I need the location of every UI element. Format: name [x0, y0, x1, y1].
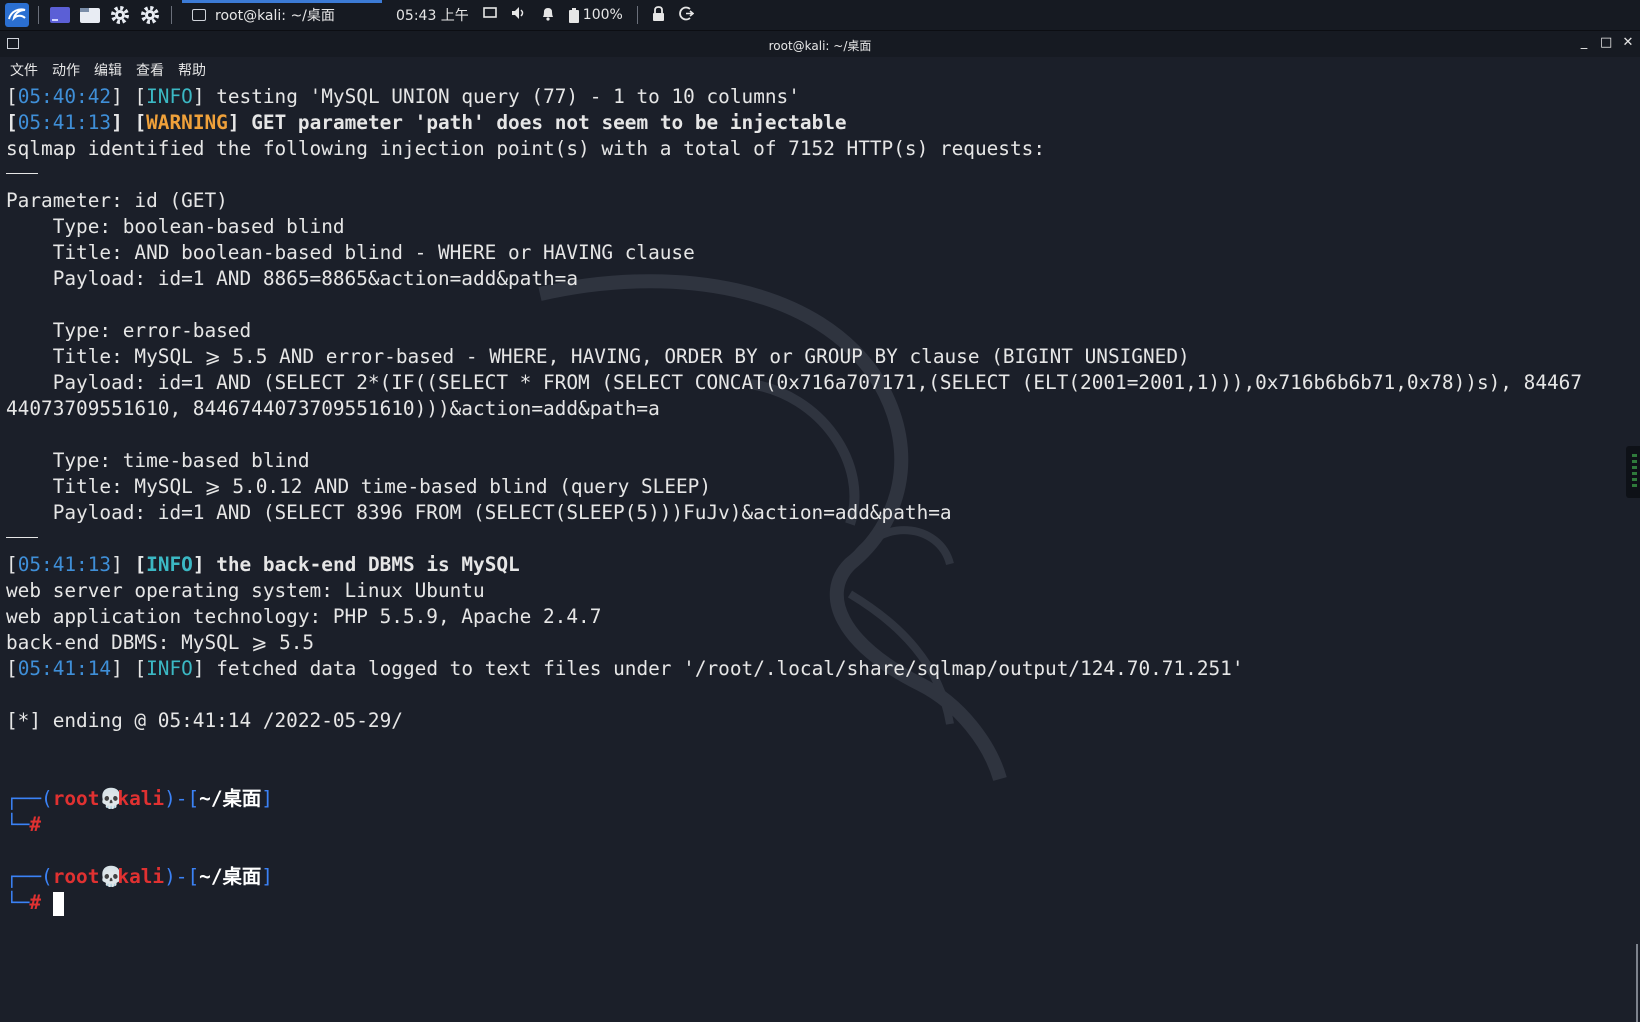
settings-button[interactable]	[105, 0, 135, 30]
prompt-host: kali	[117, 787, 165, 810]
shell-prompt-input: └─#	[6, 813, 42, 836]
shell-prompt-input[interactable]: └─#	[0, 890, 1630, 916]
prompt-user: root	[52, 787, 100, 810]
gear-icon	[141, 6, 159, 24]
output-line: [*] ending @ 05:41:14 /2022-05-29/	[6, 709, 403, 732]
output-line: Type: error-based	[6, 319, 252, 342]
output-line: web application technology: PHP 5.5.9, A…	[6, 605, 602, 628]
output-line: Type: boolean-based blind	[6, 215, 345, 238]
gear-icon	[111, 6, 129, 24]
log-message: the back-end DBMS is MySQL	[204, 553, 520, 576]
show-desktop-button[interactable]	[45, 0, 75, 30]
output-line: Payload: id=1 AND (SELECT 2*(IF((SELECT …	[6, 371, 1583, 394]
menu-bar: 文件 动作 编辑 查看 帮助	[0, 57, 1640, 83]
window-title: root@kali: ~/桌面	[768, 39, 872, 53]
skull-icon: 💀	[99, 865, 124, 888]
panel-separator	[636, 6, 638, 24]
prompt-user: root	[52, 865, 100, 888]
prompt-host: kali	[117, 865, 165, 888]
output-line: Payload: id=1 AND 8865=8865&action=add&p…	[6, 267, 579, 290]
logout-icon[interactable]	[678, 6, 695, 25]
terminal-icon	[192, 9, 206, 21]
clock[interactable]: 05:43 上午	[396, 5, 469, 25]
log-message: fetched data logged to text files under …	[204, 657, 1244, 680]
log-line: [05:40:42] [INFO] testing 'MySQL UNION q…	[6, 85, 800, 108]
terminal-scrollbar[interactable]	[1630, 84, 1640, 1022]
shell-prompt-header: ┌──(root💀kali)-[~/桌面]	[6, 787, 273, 810]
log-message: testing 'MySQL UNION query (77) - 1 to 1…	[204, 85, 800, 108]
output-line: Type: time-based blind	[6, 449, 310, 472]
log-level: WARNING	[146, 111, 228, 134]
display-icon[interactable]	[482, 6, 497, 24]
log-line: [05:41:14] [INFO] fetched data logged to…	[6, 657, 1244, 680]
system-settings-button[interactable]	[135, 0, 165, 30]
panel-separator	[171, 6, 172, 24]
desktop-icon	[50, 7, 70, 23]
menu-view[interactable]: 查看	[136, 60, 164, 80]
shell-prompt-header: ┌──(root💀kali)-[~/桌面]	[6, 865, 273, 888]
text-cursor	[52, 891, 64, 916]
output-line: web server operating system: Linux Ubunt…	[6, 579, 485, 602]
side-activity-indicator	[1626, 446, 1640, 498]
output-line: sqlmap identified the following injectio…	[6, 137, 1045, 160]
log-timestamp: 05:40:42	[17, 85, 112, 108]
window-controls: _ □ ✕	[1578, 35, 1634, 50]
section-divider	[0, 162, 1630, 188]
output-line: Parameter: id (GET)	[6, 189, 228, 212]
window-titlebar[interactable]: root@kali: ~/桌面 _ □ ✕	[0, 31, 1640, 57]
output-line: Title: MySQL ⩾ 5.5 AND error-based - WHE…	[6, 345, 1190, 368]
prompt-hash: #	[29, 813, 42, 836]
kali-menu-button[interactable]	[2, 0, 32, 30]
taskbar-terminal-window[interactable]: root@kali: ~/桌面	[182, 0, 382, 30]
scrollbar-thumb[interactable]	[1636, 944, 1638, 1022]
volume-icon[interactable]	[511, 6, 527, 24]
menu-help[interactable]: 帮助	[178, 60, 206, 80]
log-line: [05:41:13] [INFO] the back-end DBMS is M…	[6, 553, 520, 576]
lock-screen-icon[interactable]	[652, 5, 665, 25]
prompt-path: ~/桌面	[199, 787, 262, 810]
section-divider	[0, 526, 1630, 552]
battery-icon	[568, 7, 579, 23]
top-panel: root@kali: ~/桌面 05:43 上午 100%	[0, 0, 1640, 31]
minimize-button[interactable]: _	[1578, 35, 1590, 50]
menu-file[interactable]: 文件	[10, 60, 38, 80]
log-timestamp: 05:41:13	[17, 553, 112, 576]
output-line: Payload: id=1 AND (SELECT 8396 FROM (SEL…	[6, 501, 952, 524]
log-level: INFO	[146, 85, 193, 108]
system-tray: 05:43 上午 100%	[396, 5, 695, 25]
log-timestamp: 05:41:14	[17, 657, 112, 680]
output-line: Title: AND boolean-based blind - WHERE o…	[6, 241, 695, 264]
log-timestamp: 05:41:13	[17, 111, 112, 134]
file-manager-button[interactable]	[75, 0, 105, 30]
menu-edit[interactable]: 编辑	[94, 60, 122, 80]
prompt-hash: #	[29, 891, 42, 914]
log-line: [05:41:13] [WARNING] GET parameter 'path…	[6, 111, 847, 134]
output-line: 44073709551610, 8446744073709551610)))&a…	[6, 397, 660, 420]
battery-indicator[interactable]: 100%	[568, 7, 623, 23]
kali-dragon-icon	[5, 3, 29, 27]
log-level: INFO	[146, 657, 193, 680]
prompt-path: ~/桌面	[199, 865, 262, 888]
notification-bell-icon[interactable]	[541, 6, 555, 25]
battery-percent: 100%	[582, 7, 623, 23]
panel-separator	[38, 6, 39, 24]
taskbar-window-title: root@kali: ~/桌面	[215, 8, 335, 24]
output-line: back-end DBMS: MySQL ⩾ 5.5	[6, 631, 315, 654]
log-level: INFO	[146, 553, 193, 576]
menu-actions[interactable]: 动作	[52, 60, 80, 80]
skull-icon: 💀	[99, 787, 124, 810]
close-button[interactable]: ✕	[1622, 35, 1634, 50]
folder-icon	[80, 8, 100, 23]
terminal-output[interactable]: [05:40:42] [INFO] testing 'MySQL UNION q…	[0, 84, 1630, 938]
maximize-button[interactable]: □	[1600, 35, 1612, 50]
log-message: GET parameter 'path' does not seem to be…	[239, 111, 847, 134]
output-line: Title: MySQL ⩾ 5.0.12 AND time-based bli…	[6, 475, 712, 498]
